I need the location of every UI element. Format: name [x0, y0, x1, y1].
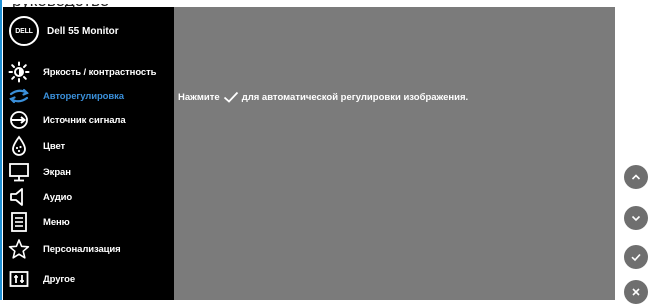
menu-item-label: Меню: [43, 216, 70, 228]
chevron-down-icon: [631, 215, 641, 222]
input-source-icon: [7, 108, 31, 132]
menu-icon: [7, 210, 31, 234]
check-icon: [223, 91, 238, 103]
menu-item-other[interactable]: Другое: [3, 267, 174, 291]
menu-item-display[interactable]: Экран: [3, 160, 174, 184]
osd-header: DELL Dell 55 Monitor: [3, 7, 174, 55]
exit-button[interactable]: [624, 280, 648, 304]
menu-item-auto-adjust[interactable]: Авторегулировка: [3, 84, 174, 108]
ok-button[interactable]: [624, 245, 648, 269]
auto-adjust-message: Нажмите для автоматической регулировки и…: [178, 91, 468, 103]
menu-item-label: Другое: [43, 273, 76, 285]
menu-item-label: Экран: [43, 166, 71, 178]
menu-item-color[interactable]: Цвет: [3, 134, 174, 158]
window-left-edge: [0, 0, 2, 300]
menu-item-label: Персонализация: [43, 243, 121, 255]
osd-menu-window: DELL Dell 55 Monitor Яркость / контрастн…: [3, 7, 615, 300]
check-icon: [631, 253, 641, 262]
color-icon: [7, 134, 31, 158]
brightness-icon: [7, 60, 31, 84]
dell-logo: DELL: [9, 16, 39, 46]
menu-item-brightness-contrast[interactable]: Яркость / контрастность: [3, 60, 174, 84]
close-icon: [632, 288, 640, 296]
chevron-up-icon: [631, 174, 641, 180]
star-icon: [7, 237, 31, 261]
display-icon: [7, 160, 31, 184]
osd-content-panel: Нажмите для автоматической регулировки и…: [174, 7, 615, 300]
other-icon: [7, 267, 31, 291]
menu-item-input-source[interactable]: Источник сигнала: [3, 108, 174, 132]
menu-item-label: Источник сигнала: [43, 114, 126, 126]
audio-icon: [7, 185, 31, 209]
menu-item-label: Аудио: [43, 191, 73, 203]
message-text-before: Нажмите: [178, 91, 220, 103]
monitor-model: Dell 55 Monitor: [47, 25, 119, 37]
menu-item-menu[interactable]: Меню: [3, 210, 174, 234]
menu-item-label: Цвет: [43, 140, 66, 152]
menu-item-label: Яркость / контрастность: [43, 66, 157, 78]
menu-item-audio[interactable]: Аудио: [3, 185, 174, 209]
menu-item-label: Авторегулировка: [43, 90, 124, 102]
auto-adjust-icon: [7, 84, 31, 108]
osd-sidebar: DELL Dell 55 Monitor Яркость / контрастн…: [3, 7, 174, 300]
message-text-after: для автоматической регулировки изображен…: [241, 91, 469, 103]
top-edge: [3, 0, 615, 4]
menu-item-personalize[interactable]: Персонализация: [3, 237, 174, 261]
down-button[interactable]: [624, 206, 648, 230]
up-button[interactable]: [624, 165, 648, 189]
